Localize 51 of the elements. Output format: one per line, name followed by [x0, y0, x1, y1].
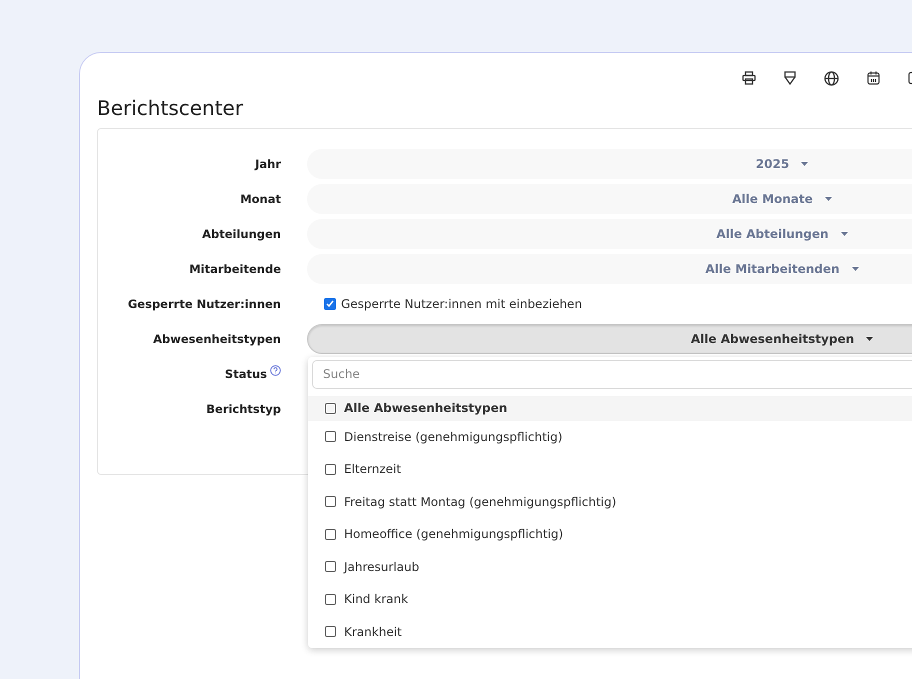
- calendar-icon[interactable]: [867, 71, 880, 85]
- option-label: Jahresurlaub: [344, 560, 420, 574]
- caret-icon: [840, 232, 848, 236]
- caret-icon: [824, 196, 832, 200]
- select-dropdown[interactable]: Alle Mitarbeitenden: [307, 254, 912, 284]
- caret-icon: [866, 336, 874, 340]
- option-label: Kind krank: [344, 592, 408, 606]
- dropdown-option[interactable]: Freitag statt Montag (genehmigungspflichtig): [308, 486, 912, 518]
- select-dropdown[interactable]: Alle Monate: [307, 184, 912, 214]
- select-dropdown[interactable]: Alle Abwesenheitstypen: [307, 324, 912, 354]
- select-dropdown[interactable]: 2025: [307, 148, 912, 178]
- option-label: Homeoffice (genehmigungspflichtig): [344, 527, 564, 542]
- select-dropdown[interactable]: Alle Abteilungen: [307, 218, 912, 248]
- dropdown-option[interactable]: Kind krank: [308, 583, 912, 616]
- field-label: Jahr: [255, 156, 281, 170]
- option-label: Dienstreise (genehmigungspflichtig): [344, 430, 562, 444]
- checkbox[interactable]: [325, 626, 336, 638]
- field-label: Gesperrte Nutzer:innen: [128, 296, 281, 310]
- option-label: Alle Abwesenheitstypen: [344, 401, 508, 415]
- globe-icon[interactable]: [824, 70, 839, 86]
- dropdown-option[interactable]: Dienstreise (genehmigungspflichtig): [308, 420, 912, 453]
- option-label: Elternzeit: [344, 462, 402, 476]
- help-icon[interactable]: [270, 365, 281, 376]
- caret-icon: [852, 266, 859, 270]
- dropdown-option[interactable]: Krankheit: [308, 616, 912, 648]
- page-title: Berichtscenter: [97, 96, 244, 120]
- dropdown-option[interactable]: Homeoffice (genehmigungspflichtig): [308, 518, 912, 550]
- filter-icon[interactable]: [784, 71, 796, 85]
- field-label: Monat: [240, 192, 281, 206]
- printer-icon[interactable]: [742, 71, 756, 85]
- checkbox-label: Gesperrte Nutzer:innen mit einbeziehen: [341, 296, 582, 310]
- checkbox[interactable]: [324, 298, 336, 310]
- field-label: Status: [224, 366, 267, 380]
- dropdown-option[interactable]: Elternzeit: [308, 453, 912, 486]
- option-label: Freitag statt Montag (genehmigungspflichtig): [344, 494, 616, 509]
- checkbox[interactable]: [325, 528, 336, 540]
- field-label: Abwesenheitstypen: [153, 332, 281, 346]
- checkbox[interactable]: [325, 431, 336, 442]
- checkbox[interactable]: [325, 594, 336, 605]
- checkbox[interactable]: [325, 496, 336, 508]
- caret-icon: [801, 162, 808, 166]
- option-label: Krankheit: [344, 624, 402, 639]
- field-label: Mitarbeitende: [189, 262, 281, 276]
- field-label: Berichtstyp: [206, 402, 281, 416]
- checkbox[interactable]: [325, 402, 336, 414]
- search-field[interactable]: Suche: [312, 360, 912, 388]
- dropdown-option[interactable]: Jahresurlaub: [308, 550, 912, 583]
- checkbox[interactable]: [325, 464, 336, 475]
- dropdown-option[interactable]: Alle Abwesenheitstypen: [308, 396, 912, 420]
- field-label: Abteilungen: [202, 226, 281, 240]
- checkbox[interactable]: [325, 561, 336, 572]
